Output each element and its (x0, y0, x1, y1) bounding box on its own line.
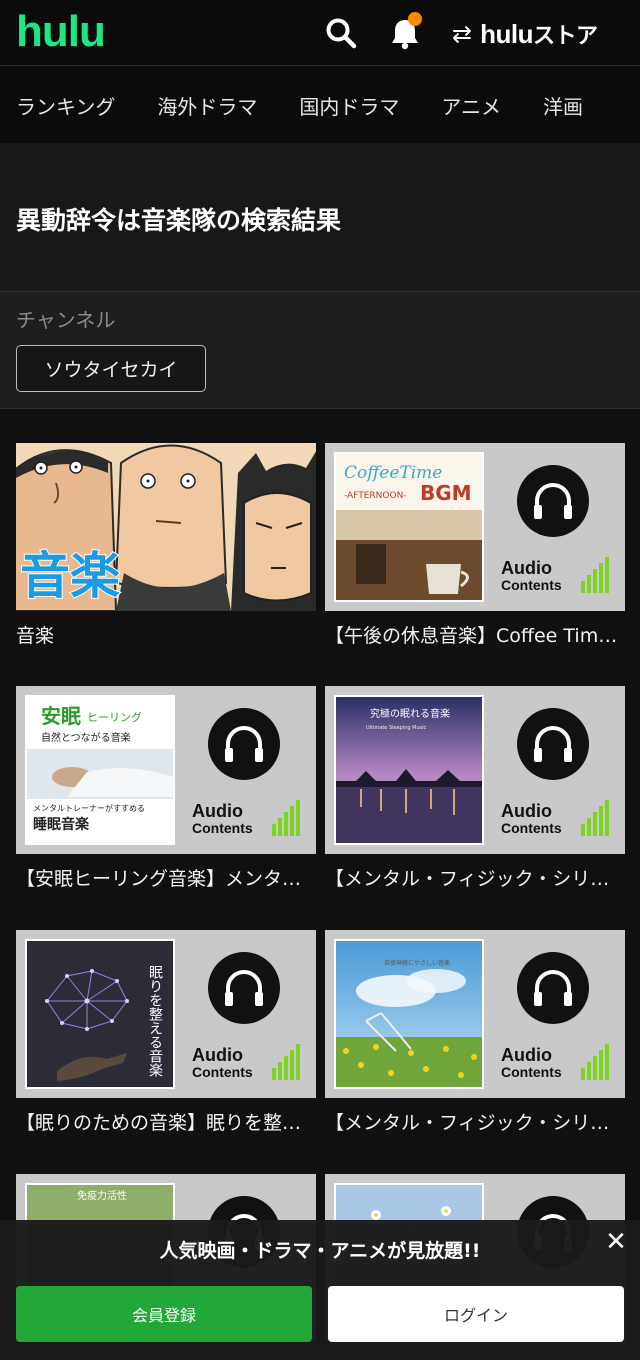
result-title[interactable]: 【眠りのための音楽】眠りを整える音楽 (16, 1108, 316, 1135)
svg-text:眠りを整える音楽: 眠りを整える音楽 (147, 965, 163, 1077)
channel-section: チャンネル ソウタイセカイ (0, 291, 640, 409)
svg-text:ヒーリング: ヒーリング (87, 710, 142, 724)
page-title: 異動辞令は音楽隊の検索結果 (16, 206, 342, 235)
audio-level-icon (581, 557, 609, 593)
album-cover: CoffeeTime -AFTERNOON- BGM (334, 452, 484, 602)
result-card[interactable]: 究極の眠れる音楽 Ultimate Sleeping Music Audio C… (325, 686, 625, 890)
headphones-icon (517, 465, 589, 537)
result-title[interactable]: 【安眠ヒーリング音楽】メンタルトレーナーがすすめる睡眠音楽 (16, 864, 316, 891)
svg-text:睡眠音楽: 睡眠音楽 (33, 816, 90, 833)
result-card[interactable]: 眠りを整える音楽 Audio Contents 【眠りのための音楽】眠りを整える… (16, 930, 316, 1134)
search-title-section: 異動辞令は音楽隊の検索結果 (0, 143, 640, 291)
svg-text:メンタルトレーナーがすすめる: メンタルトレーナーがすすめる (33, 803, 145, 813)
svg-text:安眠: 安眠 (41, 704, 81, 728)
search-icon[interactable] (324, 16, 358, 50)
headphones-icon (517, 952, 589, 1024)
svg-text:Ultimate Sleeping Music: Ultimate Sleeping Music (366, 725, 427, 731)
nav-item-domestic-drama[interactable]: 国内ドラマ (299, 91, 399, 120)
audio-label: Audio (501, 801, 552, 821)
result-title[interactable]: 音楽 (16, 621, 316, 648)
result-card[interactable]: 音楽 音楽 (16, 443, 316, 647)
audio-level-icon (581, 800, 609, 836)
album-cover: 眠りを整える音楽 (25, 939, 175, 1089)
audio-level-icon (581, 1044, 609, 1080)
contents-label: Contents (501, 577, 562, 593)
result-thumbnail[interactable]: 音楽 (16, 443, 316, 611)
result-title[interactable]: 【メンタル・フィジック・シリーズ】 (325, 1108, 625, 1135)
svg-text:免疫力活性: 免疫力活性 (77, 1189, 127, 1202)
thumb-title-text: 音楽 (20, 547, 120, 605)
headphones-icon (517, 708, 589, 780)
store-label: huluストア (480, 19, 598, 49)
contents-label: Contents (192, 1064, 253, 1080)
notification-bell-icon[interactable] (388, 12, 422, 50)
hulu-store-link[interactable]: ⇄ huluストア (452, 18, 598, 50)
headphones-icon (208, 952, 280, 1024)
result-thumbnail[interactable]: CoffeeTime -AFTERNOON- BGM Audio Content… (325, 443, 625, 611)
result-title[interactable]: 【午後の休息音楽】Coffee Time -AFTERNOON- BGM (325, 621, 625, 648)
audio-label: Audio (501, 1045, 552, 1065)
signup-button[interactable]: 会員登録 (16, 1286, 312, 1342)
anime-characters-art: 音楽 (16, 443, 316, 611)
result-card[interactable]: 自律神経にやさしい音楽 Audio Contents 【メンタル・フィジック・シ… (325, 930, 625, 1134)
notification-badge (408, 12, 422, 26)
headphones-icon (208, 708, 280, 780)
svg-text:自然とつながる音楽: 自然とつながる音楽 (41, 731, 131, 744)
svg-text:-AFTERNOON-: -AFTERNOON- (344, 491, 407, 501)
result-thumbnail[interactable]: 究極の眠れる音楽 Ultimate Sleeping Music Audio C… (325, 686, 625, 854)
album-cover: 究極の眠れる音楽 Ultimate Sleeping Music (334, 695, 484, 845)
result-title[interactable]: 【メンタル・フィジック・シリーズ】究極の眠れる音楽 (325, 864, 625, 891)
album-cover: 安眠 ヒーリング 自然とつながる音楽 メンタルトレーナーがすすめる 睡眠音楽 (25, 695, 175, 845)
app-header: hulu ⇄ huluストア (0, 0, 640, 66)
svg-text:究極の眠れる音楽: 究極の眠れる音楽 (370, 707, 450, 720)
svg-text:BGM: BGM (420, 481, 472, 505)
nav-item-anime[interactable]: アニメ (441, 91, 501, 120)
nav-item-foreign-drama[interactable]: 海外ドラマ (157, 91, 257, 120)
banner-message: 人気映画・ドラマ・アニメが見放題!! (159, 1240, 481, 1262)
swap-arrows-icon: ⇄ (452, 20, 473, 48)
contents-label: Contents (501, 1064, 562, 1080)
result-card[interactable]: CoffeeTime -AFTERNOON- BGM Audio Content… (325, 443, 625, 647)
contents-label: Contents (192, 820, 253, 836)
channel-chip[interactable]: ソウタイセカイ (16, 345, 206, 392)
audio-label: Audio (192, 801, 243, 821)
nav-item-western-movies[interactable]: 洋画 (543, 91, 583, 120)
hulu-logo[interactable]: hulu (16, 10, 106, 54)
svg-text:自律神経にやさしい音楽: 自律神経にやさしい音楽 (384, 959, 450, 967)
svg-text:CoffeeTime: CoffeeTime (344, 463, 442, 483)
contents-label: Contents (501, 820, 562, 836)
result-thumbnail[interactable]: 眠りを整える音楽 Audio Contents (16, 930, 316, 1098)
result-thumbnail[interactable]: 自律神経にやさしい音楽 Audio Contents (325, 930, 625, 1098)
result-card[interactable]: 安眠 ヒーリング 自然とつながる音楽 メンタルトレーナーがすすめる 睡眠音楽 A… (16, 686, 316, 890)
login-button[interactable]: ログイン (328, 1286, 624, 1342)
signup-banner: 人気映画・ドラマ・アニメが見放題!! ✕ 会員登録 ログイン (0, 1220, 640, 1360)
channel-label: チャンネル (16, 308, 116, 332)
audio-level-icon (272, 1044, 300, 1080)
audio-level-icon (272, 800, 300, 836)
audio-label: Audio (501, 558, 552, 578)
close-icon[interactable]: ✕ (600, 1226, 632, 1258)
result-thumbnail[interactable]: 安眠 ヒーリング 自然とつながる音楽 メンタルトレーナーがすすめる 睡眠音楽 A… (16, 686, 316, 854)
album-cover: 自律神経にやさしい音楽 (334, 939, 484, 1089)
audio-label: Audio (192, 1045, 243, 1065)
category-nav: ランキング 海外ドラマ 国内ドラマ アニメ 洋画 (0, 67, 640, 143)
nav-item-ranking[interactable]: ランキング (16, 91, 115, 120)
